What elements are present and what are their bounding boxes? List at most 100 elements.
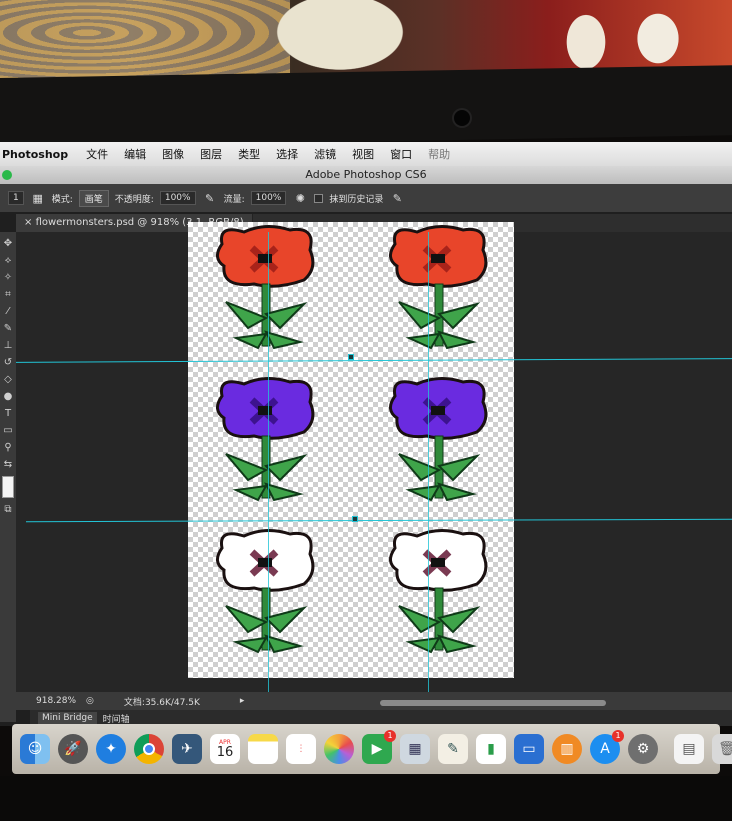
- tab-timeline[interactable]: 时间轴: [103, 712, 130, 725]
- zoom-tool-icon[interactable]: ⚲: [4, 442, 11, 453]
- airbrush-icon[interactable]: ✺: [292, 190, 308, 206]
- menu-select[interactable]: 选择: [268, 146, 306, 162]
- dodge-tool-icon[interactable]: ●: [4, 391, 13, 402]
- flow-field[interactable]: 100%: [250, 191, 287, 205]
- pressure-opacity-icon[interactable]: ✎: [202, 190, 218, 206]
- webcam: [454, 110, 470, 126]
- mode-label: 模式:: [51, 194, 73, 205]
- notes-icon[interactable]: [248, 734, 278, 764]
- flower-center: [431, 254, 445, 263]
- eyedropper-tool-icon[interactable]: ⁄: [7, 306, 9, 317]
- flow-label: 流量:: [223, 194, 245, 205]
- guide-marker: [348, 354, 354, 360]
- lasso-tool-icon[interactable]: ⟡: [5, 255, 12, 266]
- type-tool-icon[interactable]: T: [5, 408, 11, 419]
- flower-sprite: [216, 529, 315, 654]
- appstore-badge: 1: [612, 730, 624, 742]
- finder-icon[interactable]: ☺: [20, 734, 50, 764]
- screen-mode-icon[interactable]: ⧉: [4, 504, 11, 515]
- status-menu-arrow-icon[interactable]: ▸: [240, 696, 245, 706]
- photo-app-icon[interactable]: ✈: [172, 734, 202, 764]
- options-bar: 1 ▦ 模式: 画笔 不透明度: 100% ✎ 流量: 100% ✺ 抹到历史记…: [0, 184, 732, 212]
- patterned-pillow: [0, 0, 290, 82]
- opacity-label: 不透明度:: [114, 194, 154, 205]
- facetime-icon[interactable]: ▶ 1: [362, 730, 396, 764]
- mode-select[interactable]: 画笔: [78, 189, 109, 207]
- history-brush-icon[interactable]: ↺: [4, 357, 12, 368]
- ibooks-icon[interactable]: ▥: [552, 734, 582, 764]
- canvas-area[interactable]: [16, 222, 732, 692]
- system-preferences-icon[interactable]: ⚙: [628, 734, 658, 764]
- sprite-sheet: [216, 225, 488, 654]
- mac-menubar: Photoshop 文件 编辑 图像 图层 类型 选择 滤镜 视图 窗口 帮助: [0, 142, 732, 166]
- swap-colors-icon[interactable]: ⇆: [4, 459, 12, 470]
- menu-window[interactable]: 窗口: [382, 146, 420, 162]
- flower-sprite: [216, 377, 315, 502]
- calendar-icon[interactable]: APR 16: [210, 734, 240, 764]
- guide-vertical[interactable]: [268, 232, 269, 692]
- flower-sprite: [389, 225, 488, 350]
- mac-dock: ☺ 🚀 ✦ ✈ APR 16 ⋮ ▶ 1 ▦ ✎ ▮ ▭ ▥ A1 ⚙ ▤ 🗑: [12, 724, 732, 774]
- zoom-level[interactable]: 918.28%: [36, 696, 76, 706]
- laptop-bezel-bottom: [0, 776, 732, 821]
- keynote-icon[interactable]: ▭: [514, 734, 544, 764]
- quick-select-tool-icon[interactable]: ✧: [4, 272, 12, 283]
- eraser-tool-icon[interactable]: ◇: [4, 374, 12, 385]
- menu-type[interactable]: 类型: [230, 146, 268, 162]
- menu-edit[interactable]: 编辑: [116, 146, 154, 162]
- app-menu[interactable]: Photoshop: [0, 148, 78, 161]
- brush-panel-icon[interactable]: ▦: [30, 190, 46, 206]
- reminders-icon[interactable]: ⋮: [286, 734, 316, 764]
- erase-to-history-label: 抹到历史记录: [329, 194, 384, 205]
- crop-tool-icon[interactable]: ⌗: [5, 289, 11, 300]
- brush-tool-icon[interactable]: ✎: [4, 323, 12, 334]
- photos-icon[interactable]: [324, 734, 354, 764]
- pressure-size-icon[interactable]: ✎: [389, 190, 405, 206]
- doc-size: 文档:35.6K/47.5K: [123, 697, 200, 708]
- flower-center: [258, 406, 272, 415]
- guide-marker: [352, 516, 358, 522]
- window-title: Adobe Photoshop CS6: [305, 168, 427, 181]
- menu-layer[interactable]: 图层: [192, 146, 230, 162]
- opacity-field[interactable]: 100%: [159, 191, 196, 205]
- menu-help[interactable]: 帮助: [420, 146, 458, 162]
- guide-vertical[interactable]: [428, 232, 429, 692]
- window-zoom-button[interactable]: [2, 170, 12, 180]
- tab-mini-bridge[interactable]: Mini Bridge: [38, 712, 97, 724]
- horizontal-scrollbar[interactable]: [380, 700, 606, 706]
- shape-tool-icon[interactable]: ▭: [3, 425, 12, 436]
- plush-toy: [260, 0, 420, 80]
- menu-view[interactable]: 视图: [344, 146, 382, 162]
- flower-center: [258, 254, 272, 263]
- photo-stage: Photoshop 文件 编辑 图像 图层 类型 选择 滤镜 视图 窗口 帮助 …: [0, 0, 732, 821]
- window-titlebar: Adobe Photoshop CS6: [0, 166, 732, 184]
- status-bar: 918.28% ◎ 文档:35.6K/47.5K ▸: [16, 692, 732, 710]
- flower-sprite: [389, 529, 488, 654]
- alpaca-figurine: [556, 0, 616, 70]
- calendar-day: 16: [216, 745, 234, 760]
- launchpad-icon[interactable]: 🚀: [58, 734, 88, 764]
- safari-icon[interactable]: ✦: [96, 734, 126, 764]
- tools-panel: ✥ ⟡ ✧ ⌗ ⁄ ✎ ⊥ ↺ ◇ ● T ▭ ⚲ ⇆ ⧉: [0, 232, 16, 722]
- laptop-bezel: [0, 65, 732, 148]
- trash-icon[interactable]: 🗑: [712, 734, 732, 764]
- move-tool-icon[interactable]: ✥: [4, 238, 12, 249]
- appstore-icon[interactable]: A1: [590, 730, 624, 764]
- status-info-icon[interactable]: ◎: [86, 696, 94, 706]
- document-canvas[interactable]: [188, 222, 514, 678]
- color-swatch[interactable]: [2, 476, 14, 498]
- preview-icon[interactable]: ▦: [400, 734, 430, 764]
- stamp-tool-icon[interactable]: ⊥: [4, 340, 13, 351]
- menu-image[interactable]: 图像: [154, 146, 192, 162]
- menu-filter[interactable]: 滤镜: [306, 146, 344, 162]
- numbers-icon[interactable]: ▮: [476, 734, 506, 764]
- flower-sprite: [216, 225, 315, 350]
- alpaca-figurine: [626, 0, 690, 70]
- brush-size-picker[interactable]: 1: [8, 191, 24, 205]
- menu-file[interactable]: 文件: [78, 146, 116, 162]
- document-stack-icon[interactable]: ▤: [674, 734, 704, 764]
- erase-to-history-checkbox[interactable]: [314, 193, 324, 203]
- flower-center: [431, 406, 445, 415]
- chrome-icon[interactable]: [134, 734, 164, 764]
- textedit-icon[interactable]: ✎: [438, 734, 468, 764]
